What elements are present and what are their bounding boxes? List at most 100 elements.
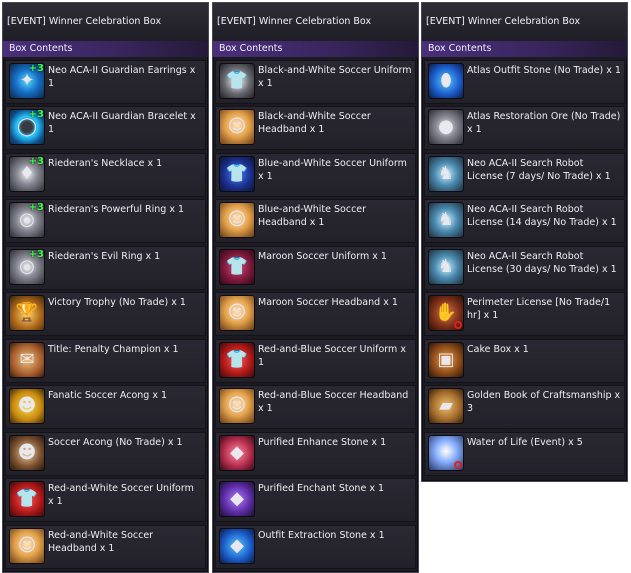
item-icon[interactable]: 👕 [9, 481, 45, 517]
item-icon[interactable]: ✋ [428, 295, 464, 331]
item-icon[interactable]: 👕 [219, 341, 255, 378]
list-item[interactable]: ☺ Red-and-Blue Soccer Headband x 1 [215, 385, 416, 429]
list-item[interactable]: 👕 Blue-and-White Soccer Uniform x 1 [215, 152, 416, 197]
item-icon[interactable]: ♞ [428, 155, 464, 192]
item-icon[interactable]: ▣ [428, 341, 464, 378]
item-glyph: 🏆 [15, 302, 39, 323]
enhance-level-badge: +3 [28, 62, 44, 74]
item-label: Purified Enhance Stone x 1 [258, 436, 387, 448]
item-icon[interactable]: ☻ [9, 388, 45, 424]
item-label: Red-and-Blue Soccer Uniform x 1 [258, 343, 406, 368]
list-item[interactable]: 🏆 Victory Trophy (No Trade) x 1 [5, 292, 206, 336]
item-label: Black-and-White Soccer Headband x 1 [258, 111, 371, 135]
item-label: Red-and-White Soccer Headband x 1 [48, 529, 154, 554]
item-icon[interactable]: ♞ [428, 202, 464, 238]
list-item[interactable]: ♞ Neo ACA-II Search Robot License (7 days… [424, 152, 625, 197]
list-item[interactable]: ◎ +3 Riederan's Evil Ring x 1 [5, 245, 206, 290]
item-icon[interactable]: ◎ +3 [9, 202, 45, 238]
list-item[interactable]: ✧ Water of Life (Event) x 5 [424, 431, 625, 476]
list-item[interactable]: ♞ Neo ACA-II Search Robot License (30 day… [424, 245, 625, 290]
list-item[interactable]: ✦ +3 Neo ACA-II Guardian Earrings x 1 [5, 59, 206, 104]
list-item[interactable]: ⬮ Atlas Outfit Stone (No Trade) x 1 [424, 59, 625, 104]
list-item[interactable]: ☻ Fanatic Soccer Acong x 1 [5, 385, 206, 429]
item-label: Soccer Acong (No Trade) x 1 [48, 436, 183, 448]
item-glyph: ▰ [439, 395, 453, 416]
list-item[interactable]: 👕 Red-and-White Soccer Uniform x 1 [5, 478, 206, 522]
panel-title: [EVENT] Winner Celebration Box [422, 3, 627, 41]
item-icon[interactable]: 👕 [219, 155, 255, 192]
list-item[interactable]: ◆ Purified Enchant Stone x 1 [215, 478, 416, 522]
item-label: Purified Enchant Stone x 1 [258, 483, 385, 494]
list-item[interactable]: ✋ Perimeter License [No Trade/1 hr] x 1 [424, 292, 625, 336]
list-item[interactable]: ☺ Maroon Soccer Headband x 1 [215, 292, 416, 336]
item-icon[interactable]: ◆ [219, 527, 255, 564]
item-glyph: ▣ [437, 348, 455, 370]
item-glyph: ☺ [227, 395, 247, 416]
list-item[interactable]: ☺ Blue-and-White Soccer Headband x 1 [215, 199, 416, 243]
item-icon[interactable]: ◆ [219, 481, 255, 517]
no-trade-icon [454, 460, 462, 469]
list-item[interactable]: ♦ +3 Riederan's Necklace x 1 [5, 152, 206, 197]
item-icon[interactable]: ▰ [428, 388, 464, 424]
item-icon[interactable]: ● [428, 109, 464, 145]
item-icon[interactable]: ✦ +3 [9, 62, 45, 99]
item-glyph: ⬮ [440, 69, 452, 91]
item-glyph: 👕 [225, 348, 249, 370]
item-glyph: ♞ [437, 255, 455, 277]
item-icon[interactable]: ☺ [9, 527, 45, 564]
item-label: Victory Trophy (No Trade) x 1 [48, 297, 186, 308]
list-item[interactable]: ▰ Golden Book of Craftsmanship x 3 [424, 385, 625, 429]
list-item[interactable]: ◆ Purified Enhance Stone x 1 [215, 431, 416, 476]
item-label: Atlas Restoration Ore (No Trade) x 1 [467, 111, 621, 135]
item-glyph: 👕 [15, 488, 39, 509]
list-item[interactable]: 👕 Black-and-White Soccer Uniform x 1 [215, 59, 416, 104]
list-item[interactable]: ✉ Title: Penalty Champion x 1 [5, 338, 206, 383]
item-glyph: 👕 [225, 69, 249, 91]
item-glyph: ◆ [230, 488, 244, 509]
list-item[interactable]: 👕 Red-and-Blue Soccer Uniform x 1 [215, 338, 416, 383]
list-item[interactable]: ◆ Outfit Extraction Stone x 1 [215, 524, 416, 569]
list-item[interactable]: ◎ +3 Riederan's Powerful Ring x 1 [5, 199, 206, 243]
item-icon[interactable]: ☺ [219, 109, 255, 145]
item-glyph: ● [438, 116, 454, 137]
item-icon[interactable]: ◆ [219, 434, 255, 471]
item-icon[interactable]: ♦ +3 [9, 155, 45, 192]
item-icon[interactable]: ✧ [428, 434, 464, 471]
item-glyph: ♞ [437, 162, 455, 184]
list-item[interactable]: ● Atlas Restoration Ore (No Trade) x 1 [424, 106, 625, 150]
list-item[interactable]: ◯ +3 Neo ACA-II Guardian Bracelet x 1 [5, 106, 206, 150]
list-item[interactable]: ☺ Black-and-White Soccer Headband x 1 [215, 106, 416, 150]
item-icon[interactable]: ☻ [9, 434, 45, 471]
list-item[interactable]: 👕 Maroon Soccer Uniform x 1 [215, 245, 416, 290]
item-list: ⬮ Atlas Outfit Stone (No Trade) x 1 ● Atlas… [422, 59, 627, 476]
item-label: Blue-and-White Soccer Headband x 1 [258, 204, 367, 228]
item-label: Red-and-White Soccer Uniform x 1 [48, 483, 194, 507]
item-icon[interactable]: ◎ +3 [9, 248, 45, 285]
item-label: Riederan's Necklace x 1 [48, 157, 163, 169]
list-item[interactable]: ♞ Neo ACA-II Search Robot License (14 day… [424, 199, 625, 243]
item-glyph: ☺ [17, 534, 37, 556]
item-label: Atlas Outfit Stone (No Trade) x 1 [467, 64, 621, 76]
item-icon[interactable]: ⬮ [428, 62, 464, 99]
item-icon[interactable]: ☺ [219, 202, 255, 238]
list-item[interactable]: ▣ Cake Box x 1 [424, 338, 625, 383]
item-glyph: ✉ [19, 348, 35, 370]
item-icon[interactable]: ♞ [428, 248, 464, 285]
list-item[interactable]: ☻ Soccer Acong (No Trade) x 1 [5, 431, 206, 476]
item-icon[interactable]: 🏆 [9, 295, 45, 331]
panel-title: [EVENT] Winner Celebration Box [3, 3, 208, 41]
item-icon[interactable]: ◯ +3 [9, 109, 45, 145]
item-glyph: 👕 [225, 255, 249, 277]
item-icon[interactable]: 👕 [219, 248, 255, 285]
item-list: ✦ +3 Neo ACA-II Guardian Earrings x 1 ◯ +3 Ne… [3, 59, 208, 569]
item-label: Fanatic Soccer Acong x 1 [48, 390, 168, 401]
item-icon[interactable]: ☺ [219, 388, 255, 424]
item-glyph: ☺ [227, 209, 247, 230]
list-item[interactable]: ☺ Red-and-White Soccer Headband x 1 [5, 524, 206, 569]
item-label: Perimeter License [No Trade/1 hr] x 1 [467, 297, 611, 321]
item-icon[interactable]: ☺ [219, 295, 255, 331]
item-icon[interactable]: 👕 [219, 62, 255, 99]
item-icon[interactable]: ✉ [9, 341, 45, 378]
item-glyph: ◆ [230, 534, 244, 556]
item-label: Neo ACA-II Search Robot License (7 days/… [467, 157, 611, 182]
